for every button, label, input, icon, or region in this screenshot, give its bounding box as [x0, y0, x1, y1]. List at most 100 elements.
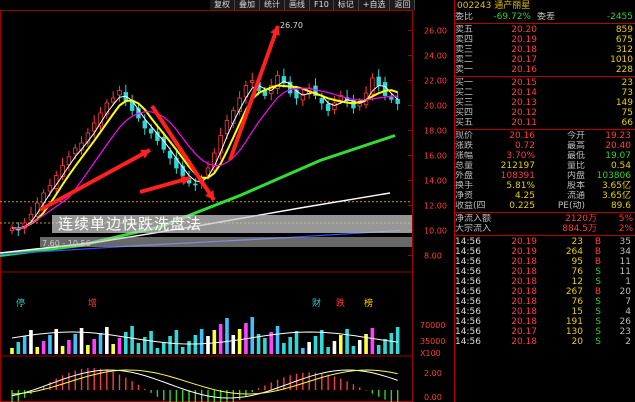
tick-volume: 130 [565, 327, 583, 337]
bid-row-3[interactable]: 买四 20.12 75 [455, 108, 635, 118]
level-volume: 312 [615, 45, 633, 55]
volume-bar [357, 340, 362, 354]
stat-label: 总量 [455, 161, 474, 171]
level-volume: 149 [615, 98, 633, 108]
tick-row: 14:56 20.18 76 S 11 [455, 267, 635, 277]
flow-list: 净流入额 2120万 5% 大宗流入 884.5万 2% [455, 214, 635, 234]
ask-row-0[interactable]: 卖五 20.20 859 [455, 25, 635, 35]
volume-bar [389, 333, 394, 354]
tick-row: 14:56 20.19 23 B 35 [455, 237, 635, 247]
price-tick-label: 24.00 [424, 52, 447, 61]
level-volume: 23 [621, 78, 633, 88]
kline-chart[interactable]: 26.00 24.00 22.00 20.00 18.00 16.00 14.00 12.00… [0, 10, 454, 402]
toolbar-button-0[interactable]: 复权 [210, 0, 235, 10]
tick-count: 2 [625, 337, 631, 347]
event-marker: 增 [88, 297, 97, 309]
tick-time: 14:56 [455, 277, 481, 287]
flow-pct: 2% [618, 224, 633, 234]
candle-body [148, 128, 154, 134]
stat-row-5: 换手 5.81% 股本 3.65亿 [455, 181, 635, 191]
bid-row-4[interactable]: 买五 20.11 66 [455, 118, 635, 128]
tick-price: 20.18 [511, 297, 537, 307]
tick-volume: 76 [571, 267, 583, 277]
stat-value-2: 19.07 [605, 151, 631, 161]
tick-side: S [595, 337, 601, 347]
price-tick-label: 20.00 [424, 102, 447, 111]
tick-count: 1 [625, 277, 631, 287]
volume-bar [193, 335, 198, 354]
tick-side: S [595, 307, 601, 317]
stat-label-2: 内盘 [566, 171, 585, 181]
tick-volume: 12 [571, 277, 583, 287]
volume-tick-label: X100 [420, 349, 441, 358]
tick-list[interactable]: 14:56 20.19 23 B 35 14:56 20.19 264 B 34 14:56 20.1… [455, 237, 635, 347]
tick-time: 14:56 [455, 267, 481, 277]
volume-bar [174, 330, 179, 354]
toolbar-button-2[interactable]: 统计 [260, 0, 285, 10]
level-label: 卖二 [455, 55, 474, 65]
ask-row-1[interactable]: 卖四 20.19 675 [455, 35, 635, 45]
volume-bar [48, 335, 52, 354]
tick-volume: 20 [571, 337, 583, 347]
flow-row-1: 大宗流入 884.5万 2% [455, 224, 635, 234]
stat-value: 0.72 [514, 141, 535, 151]
tick-count: 26 [619, 317, 631, 327]
toolbar-button-4[interactable]: F10 [310, 0, 334, 10]
ask-row-3[interactable]: 卖二 20.17 1010 [455, 55, 635, 65]
webi-value: -69.72% [493, 12, 531, 22]
toolbar-button-1[interactable]: 叠加 [235, 0, 260, 10]
candle-body [325, 103, 331, 111]
candle-body [28, 213, 34, 221]
toolbar-button-5[interactable]: 标记 [333, 0, 359, 10]
toolbar-button-3[interactable]: 画线 [285, 0, 310, 10]
tick-time: 14:56 [455, 327, 481, 337]
candle-body [193, 183, 198, 186]
price-tick-label: 14.00 [424, 177, 447, 186]
toolbar-button-7[interactable]: 返回 [390, 0, 416, 10]
ask-row-2[interactable]: 卖三 20.18 312 [455, 45, 635, 55]
macd-tick-label: 0.00 [424, 393, 442, 402]
tick-time: 14:56 [455, 257, 481, 267]
stat-value: 0.225 [509, 201, 535, 211]
volume-bar [307, 342, 311, 354]
tick-row: 14:56 20.18 15 S 4 [455, 307, 635, 317]
candle-body [382, 82, 388, 96]
level-label: 卖四 [455, 35, 474, 45]
candle-body [142, 120, 147, 129]
volume-bar [124, 332, 128, 354]
ask-row-4[interactable]: 卖一 20.16 228 [455, 65, 635, 75]
bid-row-2[interactable]: 买三 20.13 149 [455, 98, 635, 108]
flow-value: 2120万 [565, 214, 597, 224]
volume-bar [35, 347, 40, 354]
level-label: 买四 [455, 108, 474, 118]
level-volume: 675 [615, 35, 633, 45]
toolbar-button-6[interactable]: +自选 [358, 0, 391, 10]
tick-time: 14:56 [455, 247, 481, 257]
stat-label: 外盘 [455, 171, 474, 181]
volume-bar [161, 342, 166, 354]
volume-bar [294, 331, 299, 354]
stat-row-0: 现价 20.16 今开 19.23 [455, 131, 635, 141]
stats-list: 现价 20.16 今开 19.23 涨跌 0.72 最高 20.40 涨幅 3.70% 最低 19.0… [455, 131, 635, 211]
volume-bar [105, 327, 109, 354]
stat-value-2: 89.6 [610, 201, 631, 211]
tick-row: 14:56 20.19 264 B 34 [455, 247, 635, 257]
webi-label: 委比 [455, 12, 474, 22]
volume-bar [16, 342, 21, 354]
bid-list: 买一 20.15 23 买二 20.14 73 买三 20.13 149 买四 20.12 75 买五 2… [455, 78, 635, 128]
level-volume: 1010 [610, 55, 633, 65]
flow-row-0: 净流入额 2120万 5% [455, 214, 635, 224]
volume-bar [376, 345, 381, 354]
tick-time: 14:56 [455, 317, 481, 327]
stat-value-2: 19.23 [605, 131, 631, 141]
bid-row-0[interactable]: 买一 20.15 23 [455, 78, 635, 88]
tick-side: B [594, 257, 601, 267]
stat-label-2: 今开 [566, 131, 585, 141]
level-label: 卖五 [455, 25, 474, 35]
bid-row-1[interactable]: 买二 20.14 73 [455, 88, 635, 98]
volume-bar [250, 317, 255, 354]
volume-bar [370, 328, 375, 354]
volume-bar [288, 337, 292, 354]
volume-bar [218, 324, 223, 354]
flow-label: 大宗流入 [455, 224, 492, 234]
